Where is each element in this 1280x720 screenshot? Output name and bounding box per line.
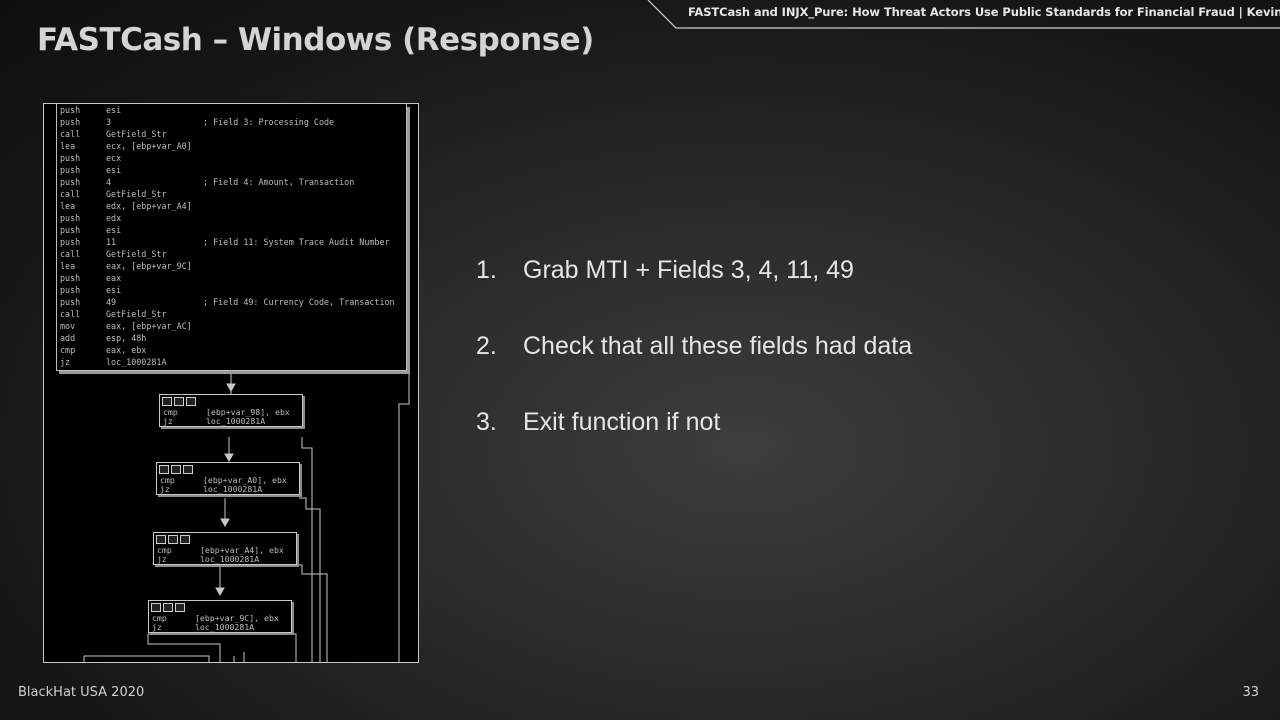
node-toolbar-icons — [159, 465, 193, 475]
presentation-info: FASTCash and INJX_Pure: How Threat Actor… — [688, 5, 1280, 19]
graph-node: cmp [ebp+var_9C], ebx jz loc_1000281A — [148, 600, 292, 633]
node-toolbar-icons — [162, 397, 196, 407]
node-code-line: jz loc_1000281A — [160, 484, 263, 494]
node-code-line: jz loc_1000281A — [152, 622, 255, 632]
node-code-line: jz loc_1000281A — [157, 554, 260, 564]
node-code-line: jz loc_1000281A — [163, 416, 266, 426]
step-text: Grab MTI + Fields 3, 4, 11, 49 — [523, 256, 854, 284]
step-number: 2. — [476, 332, 497, 360]
step-number: 1. — [476, 256, 497, 284]
graph-node: cmp [ebp+var_A4], ebx jz loc_1000281A — [153, 532, 297, 565]
node-toolbar-icons — [156, 535, 190, 545]
main-code-block: push esi push 3; Field 3: Processing Code … — [56, 104, 407, 371]
disassembly-screenshot: push esi push 3; Field 3: Processing Code … — [43, 103, 419, 663]
event-label: BlackHat USA 2020 — [18, 685, 145, 700]
graph-node: cmp [ebp+var_A0], ebx jz loc_1000281A — [156, 462, 300, 495]
slide-title: FASTCash – Windows (Response) — [37, 22, 594, 58]
node-toolbar-icons — [151, 603, 185, 613]
graph-node: cmp [ebp+var_98], ebx jz loc_1000281A — [159, 394, 303, 427]
page-number: 33 — [1242, 685, 1259, 700]
step-text: Exit function if not — [523, 408, 721, 436]
step-text: Check that all these fields had data — [523, 332, 913, 360]
step-number: 3. — [476, 408, 497, 436]
